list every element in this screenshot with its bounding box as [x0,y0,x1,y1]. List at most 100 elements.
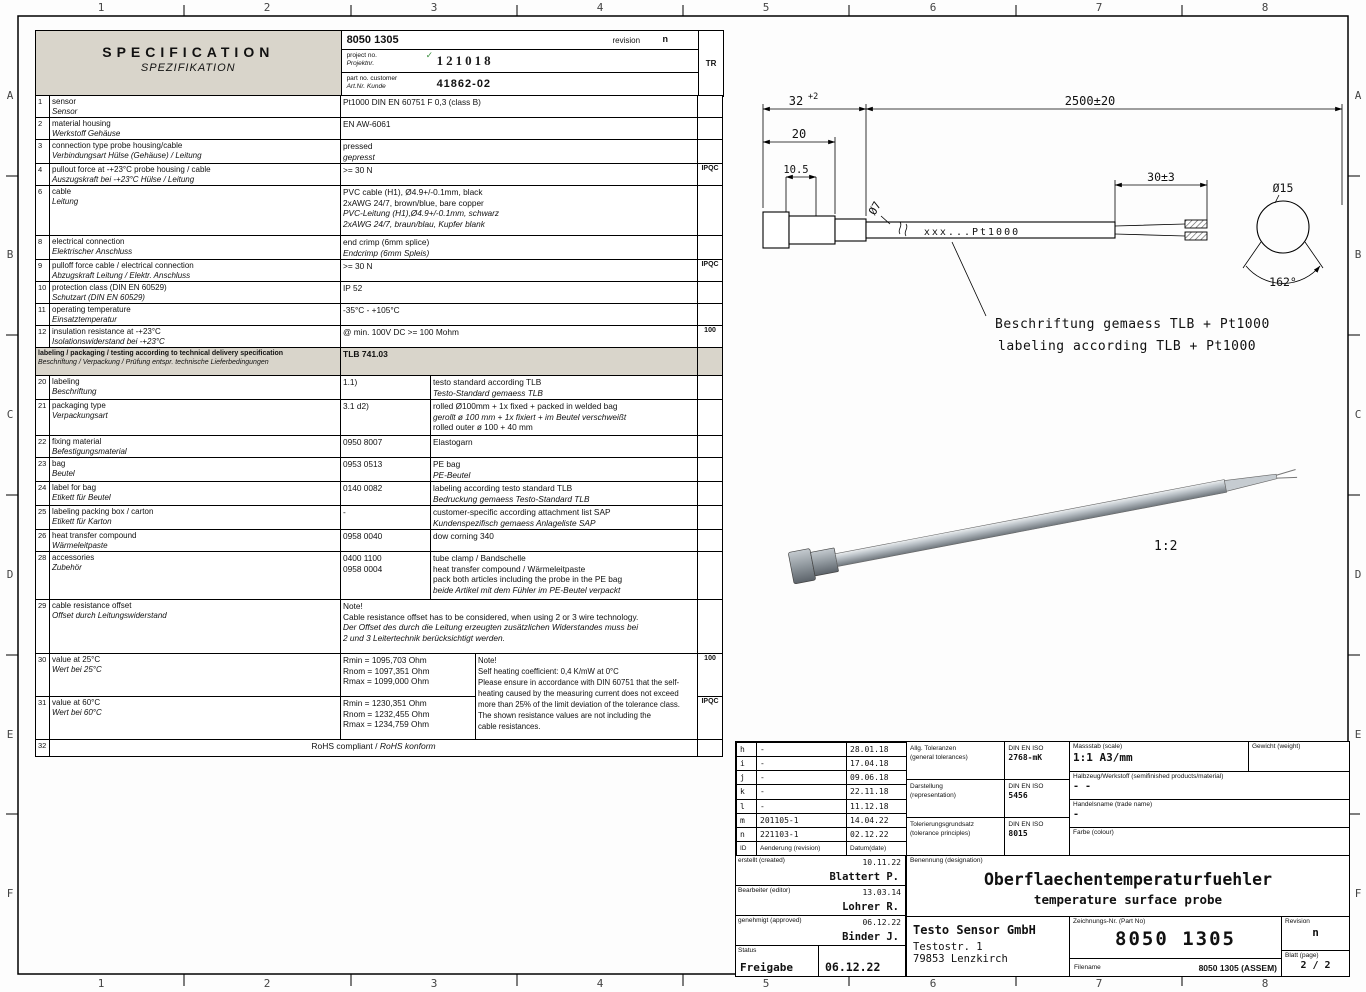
status-row: Status Freigabe 06.12.22 [736,946,905,976]
row-value: @ min. 100V DC >= 100 Mohm [341,326,698,348]
row-resistance-values: Rmin = 1230,351 OhmRnom = 1232,455 OhmRm… [341,697,476,740]
row-label: bagBeutel [50,458,341,482]
customer-part-number: 41862-02 [437,78,492,90]
filename-value: 8050 1305 (ASSEM) [1199,963,1277,973]
spec-header: SPECIFICATION SPEZIFIKATION 8050 1305 re… [35,30,724,97]
crimp-end [1185,220,1207,228]
row-tr [698,282,723,304]
spec-row-10: 10 protection class (DIN EN 60529)Schutz… [36,282,723,304]
spec-row-25: 25 labeling packing box / cartonEtikett … [36,506,723,530]
customer-number-row: part no. customerArt.Nr. Kunde 41862-02 [342,73,698,96]
row-no: 8 [36,236,50,260]
rev-date: 14.04.22 [847,813,907,827]
row-label: protection class (DIN EN 60529)Schutzart… [50,282,341,304]
row-label: pulloff force cable / electrical connect… [50,260,341,282]
spec-row-12: 12 insulation resistance at -+23°CIsolat… [36,326,723,348]
grid-col-label: 3 [424,1,444,14]
row-tr [698,600,723,654]
row-label: electrical connectionElektrischer Anschl… [50,236,341,260]
company-name: Testo Sensor GmbH [913,923,1063,937]
row-label: connection type probe housing/cableVerbi… [50,140,341,164]
row-value: PVC cable (H1), Ø4.9+/-0.1mm, black2xAWG… [341,186,698,236]
row-no: 31 [36,697,50,740]
row-label: operating temperatureEinsatztemperatur [50,304,341,326]
row-code: - [341,506,431,530]
cable-print-label: xxx...Pt1000 [924,227,1020,238]
spec-row-30: 30 value at 25°CWert bei 25°C Rmin = 109… [36,654,723,697]
spec-title-block: SPECIFICATION SPEZIFIKATION [36,31,342,96]
status-cell: Status Freigabe [736,946,819,976]
rev-id: i [737,757,757,771]
row-label: value at 60°CWert bei 60°C [50,697,341,740]
row-label: sensorSensor [50,96,341,118]
spec-row-26: 26 heat transfer compoundWärmeleitpaste … [36,530,723,552]
row-no: 30 [36,654,50,697]
project-number: 121018 [437,53,494,69]
spec-row-20: 20 labelingBeschriftung 1.1) testo stand… [36,376,723,400]
tolerance-row: Tolerierungsgrundsatz(tolerance principl… [907,818,1069,856]
row-no: 26 [36,530,50,552]
tip-detail [1243,195,1323,283]
company-city: 79853 Lenzkirch [913,953,1063,965]
render-scale-label: 1:2 [1154,539,1177,554]
row-label: packaging typeVerpackungsart [50,400,341,436]
spec-title: SPECIFICATION [36,44,341,60]
editor-row: Bearbeiter (editor) 13.03.14 Lohrer R. [736,886,905,916]
rev-id: k [737,785,757,799]
row-tr [698,530,723,552]
rev-date: 02.12.22 [847,827,907,841]
rev-change: - [757,785,847,799]
dim-10-5-label: 10.5 [783,164,808,176]
part-number-row: 8050 1305 revision n [342,31,698,50]
revision-history: h-28.01.18 i-17.04.18 j-09.06.18 k-22.11… [736,742,906,856]
tolerance-row: Allg. Toleranzen(general tolerances) DIN… [907,742,1069,780]
row-tr [698,740,723,757]
probe-3d-render [788,456,1299,584]
row-no: 28 [36,552,50,600]
rev-id: n [737,827,757,841]
row-tr [698,436,723,458]
scale-cell: Massstab (scale) 1:1 A3/mm [1070,742,1249,771]
rev-id: j [737,771,757,785]
grid-col-label: 2 [257,977,277,990]
row-no: 12 [36,326,50,348]
row-code: 3.1 d2) [341,400,431,436]
rev-change: - [757,743,847,757]
grid-col-label: 1 [91,1,111,14]
grid-col-label: 4 [590,977,610,990]
row-no: 1 [36,96,50,118]
row-no: 6 [36,186,50,236]
spec-row-8: 8 electrical connectionElektrischer Ansc… [36,236,723,260]
drawing-number: 8050 1305 [1073,928,1278,950]
rev-date: 11.12.18 [847,799,907,813]
designation-block: Benennung (designation) Oberflaechentemp… [906,856,1349,916]
spec-row-32: 32 RoHS compliant / RoHS konform [36,740,723,757]
revision-row: k-22.11.18 [737,785,907,799]
dim-30-label: 30±3 [1147,170,1175,184]
tolerances-block: Allg. Toleranzen(general tolerances) DIN… [906,742,1069,856]
rev-date: 17.04.18 [847,757,907,771]
dim-32-tolerance: +2 [808,92,818,102]
row-label: label for bagEtikett für Beutel [50,482,341,506]
dim-32-label: 32 [789,94,803,108]
check-icon: ✓ [426,50,434,61]
row-no: 21 [36,400,50,436]
row-desc: dow corning 340 [431,530,698,552]
row-no: 10 [36,282,50,304]
row-code: 0953 0513 [341,458,431,482]
spec-row-6: 6 cableLeitung PVC cable (H1), Ø4.9+/-0.… [36,186,723,236]
row-no: 3 [36,140,50,164]
row-tr: 100 [698,654,723,697]
spec-row-29: 29 cable resistance offsetOffset durch L… [36,600,723,654]
spec-header-numbers: 8050 1305 revision n project no.Projektn… [342,31,699,96]
dimension-lines [763,104,1342,224]
dia-15-label: Ø15 [1273,181,1294,195]
row-value: pressedgepresst [341,140,698,164]
title-block: h-28.01.18 i-17.04.18 j-09.06.18 k-22.11… [735,741,1350,977]
revision-value: n [663,34,669,44]
row-desc: Elastogarn [431,436,698,458]
customer-part-label: part no. customerArt.Nr. Kunde [347,75,398,91]
rev-change: 221103-1 [757,827,847,841]
company-block: Testo Sensor GmbH Testostr. 1 79853 Lenz… [906,916,1069,976]
rev-date: 28.01.18 [847,743,907,757]
